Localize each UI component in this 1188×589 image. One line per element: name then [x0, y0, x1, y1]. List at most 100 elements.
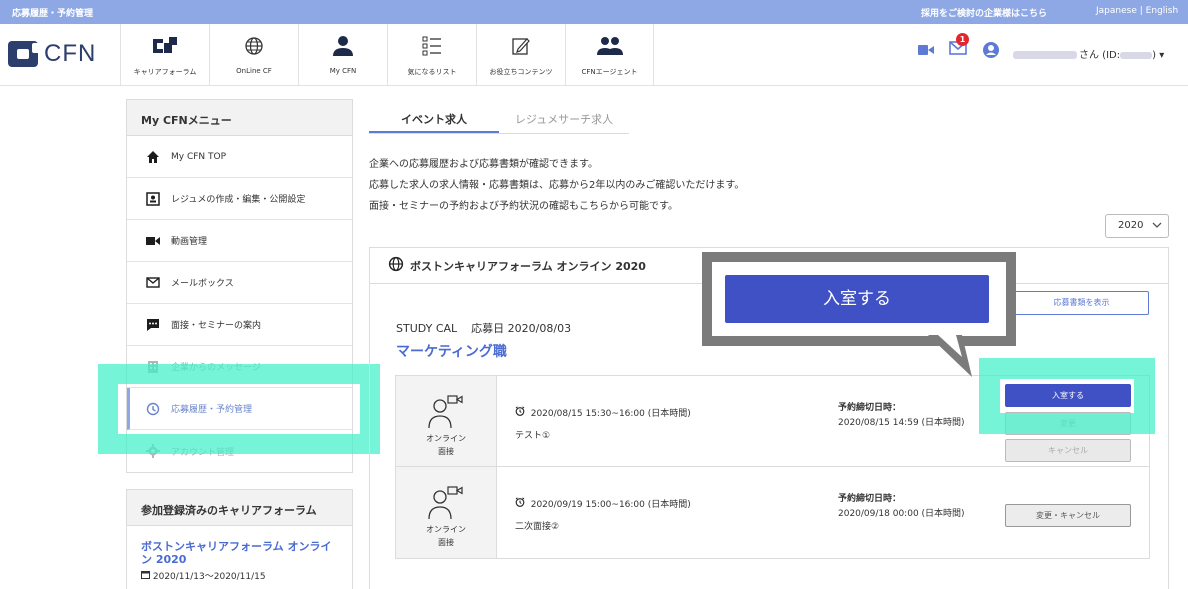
tabs: イベント求人 レジュメサーチ求人 — [369, 99, 629, 134]
tab-resume-search-jobs[interactable]: レジュメサーチ求人 — [499, 99, 629, 133]
lang-japanese-link[interactable]: Japanese — [1096, 6, 1137, 16]
interview-type-label: オンライン 面接 — [396, 523, 496, 549]
year-select[interactable]: 2020 — [1105, 214, 1169, 238]
video-icon[interactable] — [918, 44, 934, 59]
interview-time-text: 2020/09/19 15:00~16:00 (日本時間) — [530, 500, 691, 510]
interview-type-line1: オンライン — [426, 525, 466, 534]
alarm-clock-icon — [515, 497, 525, 510]
nav-label: 気になるリスト — [407, 68, 457, 76]
interview-type-label: オンライン 面接 — [396, 432, 496, 458]
mail-icon — [145, 275, 161, 291]
globe-icon — [388, 256, 404, 275]
online-interview-icon — [426, 394, 464, 432]
description-line: 面接・セミナーの予約および予約状況の確認もこちらから可能です。 — [369, 201, 678, 212]
deadline-label: 予約締切日時： — [838, 403, 902, 413]
interview-time-text: 2020/08/15 15:30~16:00 (日本時間) — [530, 409, 691, 419]
alarm-clock-icon — [515, 406, 525, 419]
callout-tail — [928, 335, 972, 377]
video-icon — [145, 233, 161, 249]
registered-forums: 参加登録済みのキャリアフォーラム ボストンキャリアフォーラム オンライン 202… — [126, 489, 353, 589]
nav-my-cfn[interactable]: My CFN — [298, 24, 387, 85]
cf-logo-icon — [121, 34, 209, 58]
highlight-frame-button — [979, 358, 1155, 434]
user-suffix-end: ) — [1152, 50, 1157, 61]
deadline-label: 予約締切日時： — [838, 494, 902, 504]
sidebar-item-label: 動画管理 — [171, 237, 208, 247]
description: 企業への応募履歴および応募書類が確認できます。 応募した求人の求人情報・応募書類… — [369, 154, 1169, 217]
sidebar-item-top[interactable]: My CFN TOP — [127, 136, 352, 178]
sidebar-item-label: My CFN TOP — [171, 151, 227, 162]
sidebar-item-mailbox[interactable]: メールボックス — [127, 262, 352, 304]
cancel-button[interactable]: キャンセル — [1005, 439, 1131, 462]
nav-career-forum[interactable]: キャリアフォーラム — [120, 24, 209, 85]
forum-link[interactable]: ボストンキャリアフォーラム オンライン 2020 — [141, 540, 338, 566]
person-icon — [299, 34, 387, 58]
forum-panel-title: ボストンキャリアフォーラム オンライン 2020 — [410, 259, 646, 273]
interview-type-line1: オンライン — [426, 434, 466, 443]
cfn-logo-mark-icon — [8, 41, 42, 67]
group-icon — [566, 34, 653, 58]
lang-english-link[interactable]: English — [1146, 6, 1179, 16]
deadline-value: 2020/09/18 00:00 (日本時間) — [838, 509, 965, 519]
tab-event-jobs[interactable]: イベント求人 — [369, 99, 499, 133]
sidebar-item-interviews[interactable]: 面接・セミナーの案内 — [127, 304, 352, 346]
nav-agent[interactable]: CFNエージェント — [565, 24, 654, 85]
redacted-id — [1120, 51, 1153, 59]
sidebar-item-video[interactable]: 動画管理 — [127, 220, 352, 262]
sidebar-item-resume[interactable]: レジュメの作成・編集・公開設定 — [127, 178, 352, 220]
interview-type-cell: オンライン 面接 — [396, 467, 497, 558]
year-select-value: 2020 — [1118, 220, 1144, 231]
view-documents-button[interactable]: 応募書類を表示 — [1014, 291, 1149, 315]
user-suffix: さん (ID: — [1079, 50, 1121, 61]
chat-icon — [145, 317, 161, 333]
online-interview-icon — [426, 485, 464, 523]
edit-icon — [477, 34, 565, 58]
job-title-link[interactable]: マーケティング職 — [396, 341, 507, 361]
sidebar-item-label: 面接・セミナーの案内 — [171, 321, 262, 331]
language-switcher: Japanese | English — [1096, 6, 1178, 16]
caret-down-icon: ▾ — [1159, 50, 1165, 61]
top-strip: 応募履歴・予約管理 採用をご検討の企業様はこちら Japanese | Engl… — [0, 0, 1188, 24]
interview-time: 2020/08/15 15:30~16:00 (日本時間) — [515, 406, 691, 419]
change-cancel-button[interactable]: 変更・キャンセル — [1005, 504, 1131, 527]
main-content: イベント求人 レジュメサーチ求人 企業への応募履歴および応募書類が確認できます。… — [369, 99, 1169, 589]
user-circle-icon[interactable] — [983, 42, 999, 61]
forum-dates: 2020/11/13〜2020/11/15 — [141, 569, 338, 582]
calendar-icon — [141, 571, 150, 582]
description-line: 応募した求人の求人情報・応募書類は、応募から2年以内のみご確認いただけます。 — [369, 180, 745, 191]
interview-type-line2: 面接 — [438, 538, 454, 547]
list-icon — [388, 34, 476, 58]
application-info: STUDY CAL 応募日 2020/08/03 — [396, 320, 571, 336]
cfn-logo-text: CFN — [44, 40, 97, 67]
nav-label: お役立ちコンテンツ — [489, 68, 553, 76]
sidebar-item-label: レジュメの作成・編集・公開設定 — [171, 195, 306, 205]
nav-favorites[interactable]: 気になるリスト — [387, 24, 476, 85]
callout-enter-room-button: 入室する — [725, 275, 989, 323]
nav-label: My CFN — [329, 67, 357, 75]
description-line: 企業への応募履歴および応募書類が確認できます。 — [369, 159, 598, 170]
home-icon — [145, 149, 161, 165]
user-menu[interactable]: さん (ID:) ▾ — [1013, 46, 1164, 61]
nav-label: キャリアフォーラム — [133, 68, 197, 76]
company-name: STUDY CAL — [396, 322, 458, 335]
interview-name: 二次面接② — [515, 522, 560, 532]
sidebar: My CFNメニュー My CFN TOP レジュメの作成・編集・公開設定 動画… — [126, 99, 353, 589]
redacted-name — [1013, 51, 1077, 59]
notification-badge: 1 — [956, 33, 969, 46]
table-row: オンライン 面接 2020/09/19 15:00~16:00 (日本時間) 二… — [396, 467, 1149, 558]
registered-forums-title: 参加登録済みのキャリアフォーラム — [127, 490, 352, 526]
interview-time: 2020/09/19 15:00~16:00 (日本時間) — [515, 497, 691, 510]
apply-date: 応募日 2020/08/03 — [471, 322, 572, 335]
nav-contents[interactable]: お役立ちコンテンツ — [476, 24, 565, 85]
highlight-frame-sidebar — [98, 364, 380, 454]
lang-separator: | — [1139, 6, 1143, 16]
nav-online-cf[interactable]: OnLine CF — [209, 24, 298, 85]
forum-date-text: 2020/11/13〜2020/11/15 — [152, 572, 266, 582]
chevron-down-icon — [1152, 221, 1162, 232]
header: CFN キャリアフォーラム OnLine CF My CFN 気になるリスト お… — [0, 24, 1188, 86]
interview-type-cell: オンライン 面接 — [396, 376, 497, 466]
cfn-logo[interactable]: CFN — [8, 38, 96, 70]
interview-type-line2: 面接 — [438, 447, 454, 456]
menu-title: My CFNメニュー — [127, 100, 352, 136]
recruiter-link[interactable]: 採用をご検討の企業様はこちら — [921, 6, 1047, 19]
